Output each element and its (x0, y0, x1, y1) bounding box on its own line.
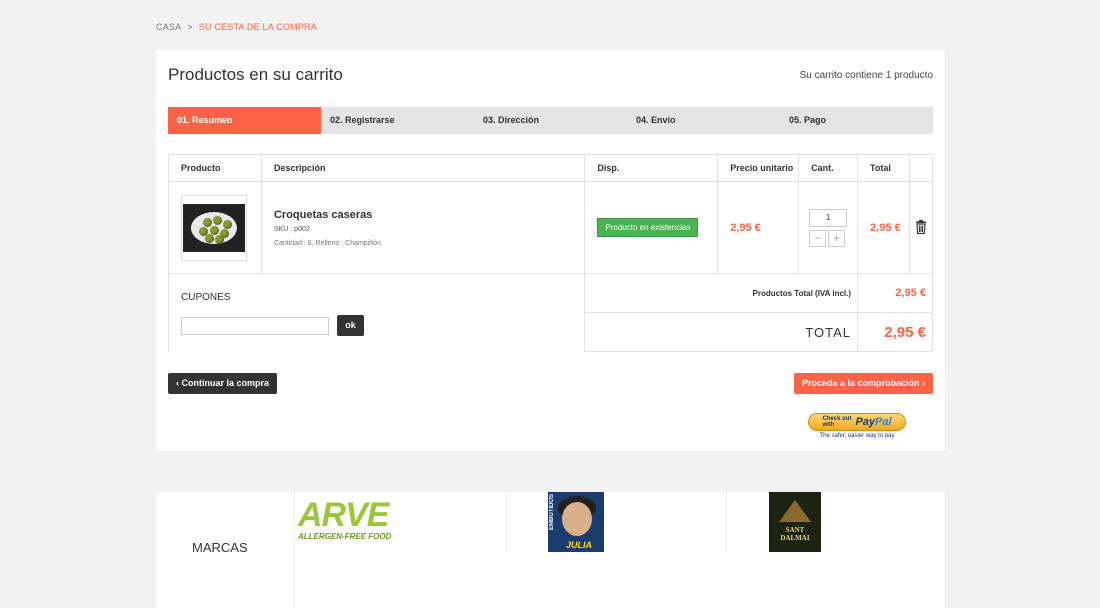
brand-sant-dalmai-logo[interactable]: SANT DALMAI (769, 492, 821, 552)
header-description: Descripción (260, 154, 586, 182)
breadcrumb-home-link[interactable]: CASA (156, 22, 181, 32)
product-name-link[interactable]: Croquetas caseras (274, 209, 584, 221)
quantity-input[interactable]: 1 (809, 208, 848, 227)
product-sku: SKU : p002 (273, 225, 310, 233)
summary-row-products: CUPONES ok Productos Total (IVA incl.) 2… (167, 273, 933, 352)
julia-vertical-text: EMBUTIDOS (549, 494, 555, 530)
product-attributes: Cantidad : 8, Relleno : Champiñón (273, 239, 381, 247)
products-total-label: Productos Total (IVA incl.) (584, 273, 859, 313)
table-row: Croquetas caseras SKU : p002 Cantidad : … (168, 181, 934, 274)
paypal-logo-pal: Pal (875, 416, 892, 428)
breadcrumb-current: SU CESTA DE LA COMPRA (198, 22, 317, 32)
cart-table-header: Producto Descripción Disp. Precio unitar… (168, 154, 934, 182)
step-payment: 05. Pago (789, 115, 827, 125)
paypal-checkout-button[interactable]: Check out with PayPal The safer, easier … (808, 413, 906, 439)
proceed-label: Proceda a la comprobación (801, 378, 920, 388)
arve-tagline: ALLERGEN-FREE FOOD (298, 532, 392, 541)
coupon-section: CUPONES ok (167, 273, 586, 352)
header-total: Total (857, 154, 910, 182)
sant-line2: DALMAI (780, 534, 810, 542)
sant-line1: SANT (785, 526, 805, 534)
brand-arve-logo[interactable]: ARVE ALLERGEN-FREE FOOD (298, 498, 413, 546)
julia-name: JULIA (566, 540, 593, 550)
cart-count: Su carrito contiene 1 producto (799, 70, 933, 81)
step-shipping: 04. Envio (636, 115, 676, 125)
total-value: 2,95 € (857, 312, 933, 352)
cart-table: Producto Descripción Disp. Precio unitar… (167, 154, 934, 352)
coupon-input[interactable] (181, 316, 329, 335)
step-address: 03. Dirección (483, 115, 540, 125)
products-total-value: 2,95 € (857, 273, 933, 313)
continue-label: Continuar la compra (181, 378, 270, 388)
breadcrumb: CASA > SU CESTA DE LA COMPRA (156, 22, 317, 32)
proceed-checkout-button[interactable]: Proceda a la comprobación › (793, 373, 933, 394)
paypal-logo: PayPal (855, 416, 891, 428)
brands-section: MARCAS ARVE ALLERGEN-FREE FOOD EMBUTIDOS… (156, 492, 945, 608)
page-title: Productos en su carrito (168, 65, 343, 84)
trash-icon[interactable] (915, 219, 927, 234)
paypal-check-line2: with (822, 422, 835, 428)
arve-logo-text: ARVE (298, 496, 389, 534)
header-unit-price: Precio unitario (717, 154, 800, 182)
chevron-left-icon: ‹ (176, 378, 179, 388)
cart-card: Productos en su carrito Su carrito conti… (156, 50, 945, 451)
coupon-label: CUPONES (181, 292, 231, 303)
chevron-right-icon: › (922, 378, 925, 388)
total-label: TOTAL (584, 312, 859, 352)
continue-shopping-button[interactable]: ‹ Continuar la compra (168, 373, 278, 394)
row-total: 2,95 € (857, 181, 910, 274)
header-delete (908, 154, 934, 182)
header-availability: Disp. (584, 154, 719, 182)
brands-title: MARCAS (192, 540, 248, 555)
breadcrumb-separator: > (187, 22, 193, 32)
paypal-tagline: The safer, easier way to pay (819, 433, 895, 439)
coupon-ok-button[interactable]: ok (337, 315, 364, 336)
header-product: Producto (168, 154, 262, 182)
croquetas-image (183, 203, 245, 252)
paypal-logo-pay: Pay (855, 416, 876, 428)
brand-julia-logo[interactable]: EMBUTIDOS JULIA (548, 492, 604, 552)
product-thumbnail[interactable] (181, 194, 247, 261)
unit-price: 2,95 € (717, 181, 800, 274)
step-summary[interactable]: 01. Resumen (168, 107, 321, 134)
step-register: 02. Registrarse (330, 115, 395, 125)
stock-badge: Producto en existencias (597, 218, 699, 237)
header-qty: Cant. (798, 154, 859, 182)
checkout-steps: 01. Resumen 02. Registrarse 03. Direcció… (168, 107, 933, 134)
qty-decrease-button[interactable]: − (809, 229, 827, 247)
qty-increase-button[interactable]: + (828, 229, 846, 247)
